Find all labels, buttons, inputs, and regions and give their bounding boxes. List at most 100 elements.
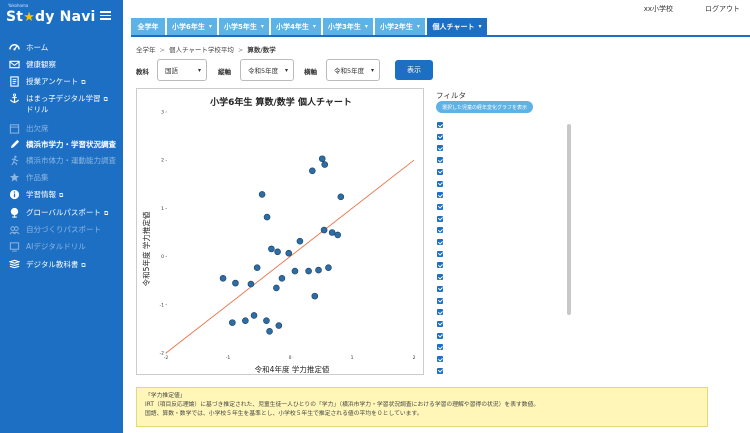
- sidebar-item[interactable]: グローバルパスポート ⧉: [0, 205, 123, 219]
- data-point: [274, 248, 281, 256]
- sidebar-item[interactable]: 学習情報 ⧉: [0, 187, 123, 201]
- data-point: [328, 229, 336, 236]
- filter-checkbox[interactable]: [437, 180, 443, 187]
- filter-checkbox[interactable]: [437, 309, 443, 316]
- vertical-axis-label: 縦軸: [218, 68, 231, 76]
- filter-checkbox[interactable]: [437, 203, 443, 210]
- filter-checkbox[interactable]: [437, 239, 443, 245]
- sidebar-item-label: 学習情報 ⧉: [26, 189, 64, 199]
- filter-checkbox[interactable]: [437, 274, 443, 281]
- tab-label: 小学6年生: [172, 22, 205, 31]
- mail-icon: [9, 59, 20, 70]
- data-point: [318, 155, 326, 163]
- logout-link[interactable]: ログアウト: [705, 4, 740, 14]
- ai-drill-icon: [9, 241, 20, 252]
- sidebar-item[interactable]: 授業アンケート ⧉: [0, 74, 123, 88]
- sidebar-item[interactable]: デジタル教科書 ⧉: [0, 257, 123, 271]
- x-tick-label: 2: [413, 355, 416, 361]
- data-point: [253, 264, 261, 271]
- filter-checkbox[interactable]: [437, 157, 443, 164]
- data-point: [296, 237, 304, 245]
- data-point: [337, 193, 345, 201]
- data-point: [285, 249, 293, 257]
- tab-grade[interactable]: 個人チャート ▾: [427, 18, 487, 35]
- filter-checkbox[interactable]: [437, 262, 443, 269]
- filter-checkbox[interactable]: [437, 285, 443, 292]
- logo-text: St★dy Navi: [6, 9, 96, 25]
- sidebar-item[interactable]: AIデジタルドリル: [0, 239, 123, 253]
- note-title: 「学力推定値」: [145, 393, 186, 399]
- subject-label: 教科: [136, 68, 149, 76]
- horizontal-axis-select[interactable]: 令和5年度 ▾: [326, 59, 380, 81]
- sidebar-item-label: AIデジタルドリル: [26, 241, 86, 251]
- sidebar-item[interactable]: はまっ子デジタル学習 ⧉ ドリル: [0, 92, 123, 116]
- sidebar-item[interactable]: ホーム: [0, 40, 123, 54]
- dashboard-icon: [9, 42, 20, 53]
- x-tick-label: 0: [289, 355, 292, 361]
- tab-grade[interactable]: 小学3年生 ▾: [323, 18, 373, 35]
- y-tick-label: 0: [161, 254, 164, 260]
- school-name: xx小学校: [643, 5, 673, 13]
- attendance-icon: [9, 123, 20, 134]
- data-point: [247, 280, 255, 288]
- sidebar-item-label: 授業アンケート ⧉: [26, 76, 86, 86]
- filter-checkbox[interactable]: [437, 192, 443, 199]
- data-point: [315, 266, 322, 274]
- passport-icon: [9, 224, 20, 235]
- filter-checkbox[interactable]: [437, 227, 443, 234]
- data-point: [232, 279, 239, 287]
- breadcrumb-item-all-grades[interactable]: 全学年: [136, 46, 156, 54]
- y-tick-label: 1: [161, 206, 164, 212]
- sidebar-item[interactable]: 横浜市学力・学習状況調査: [0, 137, 123, 151]
- external-link-icon: ⧉: [103, 209, 109, 217]
- tab-grade[interactable]: 全学年: [131, 18, 165, 35]
- data-point: [263, 317, 270, 325]
- filter-checkbox[interactable]: [437, 145, 443, 152]
- chevron-down-icon: ▾: [260, 23, 264, 30]
- book-icon: [9, 259, 20, 270]
- hamburger-menu-icon[interactable]: [100, 11, 111, 20]
- filter-checkbox[interactable]: [437, 356, 443, 362]
- filter-checkbox[interactable]: [437, 344, 443, 351]
- note-line: 国語、算数・数学では、小学校５年生を基準とし、小学校５年生で推定される値の平均を…: [145, 411, 423, 417]
- sidebar-item[interactable]: 健康観察: [0, 57, 123, 71]
- breadcrumb-item-chart-average[interactable]: 個人チャート学校平均: [169, 46, 234, 54]
- tab-grade[interactable]: 小学2年生 ▾: [375, 18, 425, 35]
- sidebar-item-label: 自分づくりパスポート: [26, 224, 101, 234]
- filter-checkbox[interactable]: [437, 122, 443, 128]
- data-point: [321, 161, 329, 168]
- filter-checkbox[interactable]: [437, 320, 443, 327]
- x-axis-label: 令和4年度 学力推定値: [255, 364, 330, 374]
- filter-checkbox[interactable]: [437, 332, 443, 339]
- sidebar-item[interactable]: 自分づくりパスポート: [0, 222, 123, 236]
- filter-checkbox[interactable]: [437, 367, 443, 374]
- tab-grade[interactable]: 小学5年生 ▾: [219, 18, 269, 35]
- chevron-down-icon: ▾: [208, 23, 212, 30]
- sidebar-item-label: 作品集: [26, 172, 49, 182]
- tab-grade[interactable]: 小学6年生 ▾: [167, 18, 217, 35]
- tab-underline: [131, 35, 750, 37]
- vertical-axis-select[interactable]: 令和5年度 ▾: [240, 59, 294, 81]
- chart-title: 小学6年生 算数/数学 個人チャート: [209, 96, 352, 108]
- filter-checkbox[interactable]: [437, 215, 443, 222]
- chevron-down-icon: ▾: [312, 23, 316, 30]
- filter-checkbox[interactable]: [437, 168, 443, 175]
- filter-scrollbar[interactable]: [567, 124, 571, 315]
- data-point: [311, 292, 319, 300]
- filter-checkbox[interactable]: [437, 297, 443, 304]
- y-tick-label: 3: [161, 110, 164, 116]
- show-selected-history-button[interactable]: 選択した児童の経年変化グラフを表示: [436, 101, 534, 113]
- data-point: [250, 312, 258, 319]
- info-icon: [9, 189, 20, 200]
- subject-select[interactable]: 国語 ▾: [157, 59, 207, 81]
- filter-checkbox[interactable]: [437, 250, 443, 257]
- show-button[interactable]: 表示: [395, 60, 433, 80]
- filter-checkbox[interactable]: [437, 133, 443, 140]
- sidebar-item[interactable]: 横浜市体力・運動能力調査: [0, 153, 123, 167]
- sidebar-item[interactable]: 作品集: [0, 170, 123, 184]
- tab-label: 全学年: [137, 22, 159, 31]
- tab-grade[interactable]: 小学4年生 ▾: [271, 18, 321, 35]
- breadcrumb: 全学年 > 個人チャート学校平均 > 算数/数学: [136, 46, 276, 54]
- chevron-down-icon: ▾: [370, 66, 374, 74]
- sidebar-item[interactable]: 出欠席: [0, 121, 123, 135]
